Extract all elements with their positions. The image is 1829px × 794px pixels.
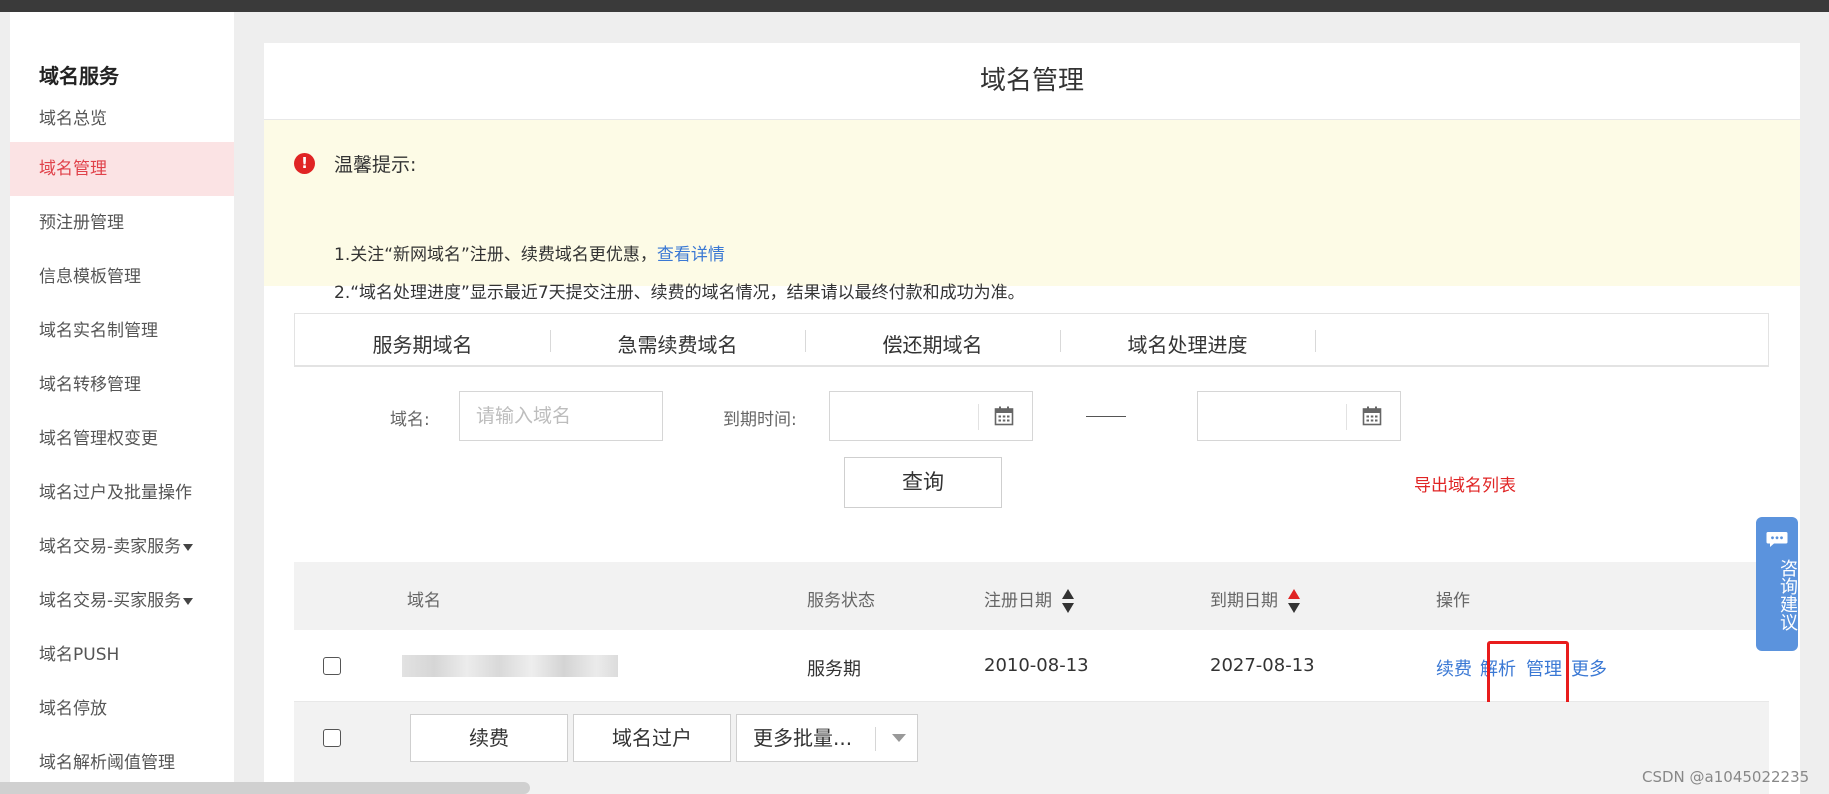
sidebar-item-label: 域名PUSH [39,645,120,665]
column-header-reg-date[interactable]: 注册日期 [984,586,1075,614]
batch-actions-bar: 续费 域名过户 更多批量... [294,702,1769,794]
domain-label: 域名: [390,410,430,430]
date-range-dash [1086,416,1126,417]
notice-line-1-text: 1.关注“新网域名”注册、续费域名更优惠， [334,245,657,265]
sidebar-item-domain-overview[interactable]: 域名总览 [10,92,234,146]
dropdown-divider [875,727,876,751]
sidebar-item-label: 预注册管理 [39,213,124,233]
export-domain-list-link[interactable]: 导出域名列表 [1414,471,1516,496]
sidebar-item-label: 域名管理 [39,159,107,179]
select-all-checkbox[interactable] [323,729,341,747]
sidebar-item-label: 域名实名制管理 [39,321,158,341]
tab-redemption-period[interactable]: 偿还期域名 [805,314,1060,368]
more-batch-label: 更多批量... [753,726,853,750]
expire-time-label: 到期时间: [723,410,797,430]
sidebar-item-management-change[interactable]: 域名管理权变更 [10,412,234,466]
sidebar-item-label: 域名总览 [39,109,107,129]
batch-transfer-button[interactable]: 域名过户 [573,714,731,762]
sidebar-item-info-template[interactable]: 信息模板管理 [10,250,234,304]
calendar-icon[interactable] [1362,406,1382,426]
sidebar-item-label: 域名转移管理 [39,375,141,395]
table-header: 域名 服务状态 注册日期 到期日期 操作 [294,562,1769,630]
domain-search-input[interactable]: 请输入域名 [459,391,663,441]
sidebar-item-domain-push[interactable]: 域名PUSH [10,628,234,682]
sidebar-item-label: 信息模板管理 [39,267,141,287]
sidebar-item-real-name[interactable]: 域名实名制管理 [10,304,234,358]
page-title: 域名管理 [264,43,1800,120]
alert-icon: ! [294,153,315,174]
column-header-domain: 域名 [407,591,441,611]
sidebar-item-label: 域名解析阈值管理 [39,753,175,773]
cell-status: 服务期 [807,659,861,680]
row-checkbox[interactable] [323,657,341,675]
tab-service-period[interactable]: 服务期域名 [295,314,550,368]
cell-reg-date: 2010-08-13 [984,655,1089,676]
sidebar-item-buyer-service[interactable]: 域名交易-买家服务 [10,574,234,628]
watermark: CSDN @a1045022235 [1642,768,1810,786]
sidebar-item-label: 域名交易-卖家服务 [39,537,182,557]
sidebar-item-pre-registration[interactable]: 预注册管理 [10,196,234,250]
notice-line-2: 2.“域名处理进度”显示最近7天提交注册、续费的域名情况，结果请以最终付款和成功… [334,283,1025,303]
chat-bubble-icon [1766,532,1788,547]
table-row: 服务期 2010-08-13 2027-08-13 续费 解析 管理 更多 [294,630,1769,719]
sort-icon[interactable] [1061,588,1075,614]
sidebar-item-ownership-batch[interactable]: 域名过户及批量操作 [10,466,234,520]
sort-icon[interactable] [1287,588,1301,614]
query-button[interactable]: 查询 [844,457,1002,508]
sidebar-item-label: 域名停放 [39,699,107,719]
calendar-icon[interactable] [994,406,1014,426]
chevron-down-icon [892,734,906,742]
expire-end-date-input[interactable] [1197,391,1401,441]
tab-divider [1315,330,1316,352]
main-panel: 域名管理 ! 温馨提示: 1.关注“新网域名”注册、续费域名更优惠，查看详情 2… [264,43,1800,794]
column-header-actions: 操作 [1436,591,1470,611]
domain-name-blurred [402,655,618,677]
consult-suggestion-button[interactable]: 咨询建议 [1756,517,1798,651]
expire-start-date-input[interactable] [829,391,1033,441]
window-top-bar [0,0,1829,12]
tab-processing-progress[interactable]: 域名处理进度 [1060,314,1315,368]
batch-renew-button[interactable]: 续费 [410,714,568,762]
sidebar-item-label: 域名管理权变更 [39,429,158,449]
column-header-expire-date[interactable]: 到期日期 [1210,586,1301,614]
renew-link[interactable]: 续费 [1436,655,1472,681]
notice-title: 温馨提示: [334,154,417,176]
cell-expire-date: 2027-08-13 [1210,655,1315,676]
more-link[interactable]: 更多 [1571,655,1607,681]
horizontal-scrollbar[interactable] [0,782,530,794]
sidebar-item-domain-transfer[interactable]: 域名转移管理 [10,358,234,412]
input-divider [978,404,979,430]
consult-label: 咨询建议 [1777,559,1798,631]
input-divider [1346,404,1347,430]
reg-date-header-label: 注册日期 [984,591,1052,611]
sidebar-title: 域名服务 [39,64,119,88]
tab-urgent-renewal[interactable]: 急需续费域名 [550,314,805,368]
caret-down-icon [183,597,194,605]
sidebar-item-seller-service[interactable]: 域名交易-卖家服务 [10,520,234,574]
sidebar-item-domain-management[interactable]: 域名管理 [10,142,234,196]
domain-tabs: 服务期域名 急需续费域名 偿还期域名 域名处理进度 [294,313,1769,367]
sidebar-item-label: 域名交易-买家服务 [39,591,182,611]
expire-date-header-label: 到期日期 [1210,591,1278,611]
caret-down-icon [183,543,194,551]
column-header-status: 服务状态 [807,591,875,611]
view-details-link[interactable]: 查看详情 [657,245,725,265]
notice-line-1: 1.关注“新网域名”注册、续费域名更优惠，查看详情 [334,240,725,265]
sidebar-item-domain-parking[interactable]: 域名停放 [10,682,234,736]
more-batch-dropdown[interactable]: 更多批量... [736,714,918,762]
sidebar-item-label: 域名过户及批量操作 [39,483,192,503]
notice-box: ! 温馨提示: 1.关注“新网域名”注册、续费域名更优惠，查看详情 2.“域名处… [264,120,1800,303]
sidebar: 域名服务 域名总览 域名管理 预注册管理 信息模板管理 域名实名制管理 域名转移… [10,12,234,794]
